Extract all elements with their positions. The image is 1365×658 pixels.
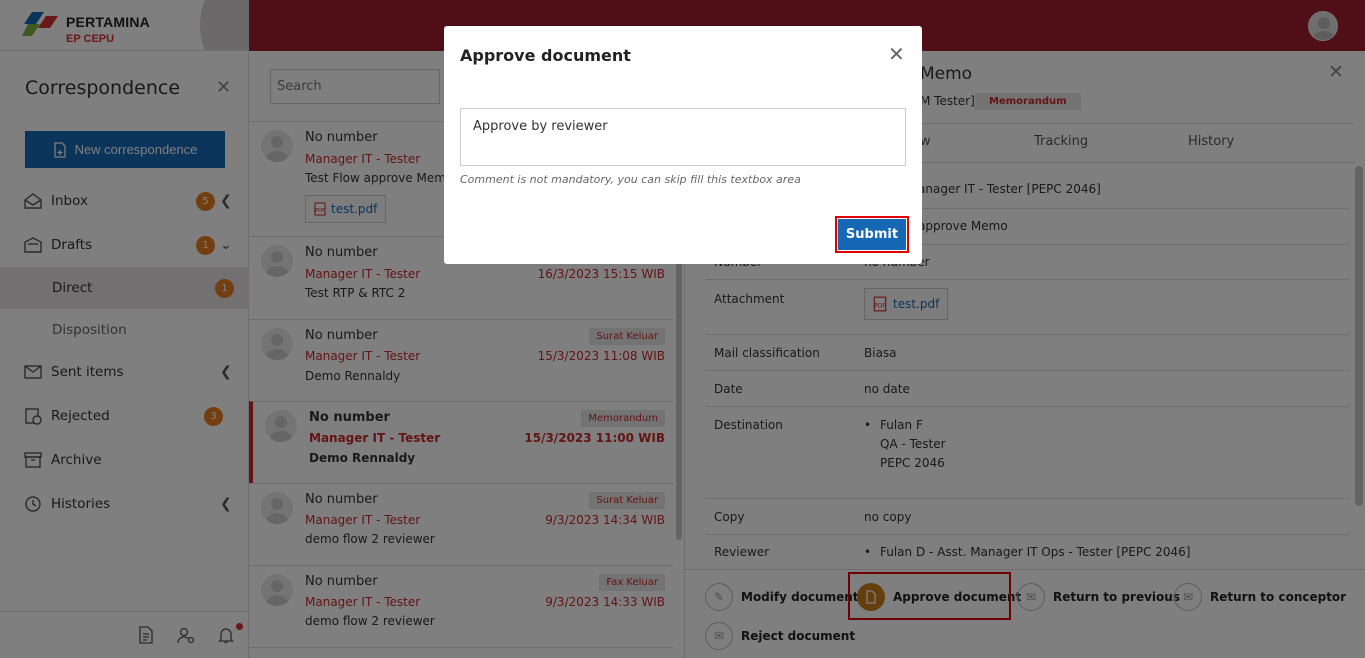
dialog-title: Approve document xyxy=(460,46,631,65)
comment-hint: Comment is not mandatory, you can skip f… xyxy=(460,173,801,186)
comment-value: Approve by reviewer xyxy=(473,119,608,134)
submit-button[interactable]: Submit xyxy=(835,216,909,253)
close-icon[interactable]: ✕ xyxy=(888,42,905,66)
comment-textarea[interactable]: Approve by reviewer xyxy=(460,108,906,166)
approve-document-dialog: Approve document ✕ Approve by reviewer C… xyxy=(444,26,922,264)
